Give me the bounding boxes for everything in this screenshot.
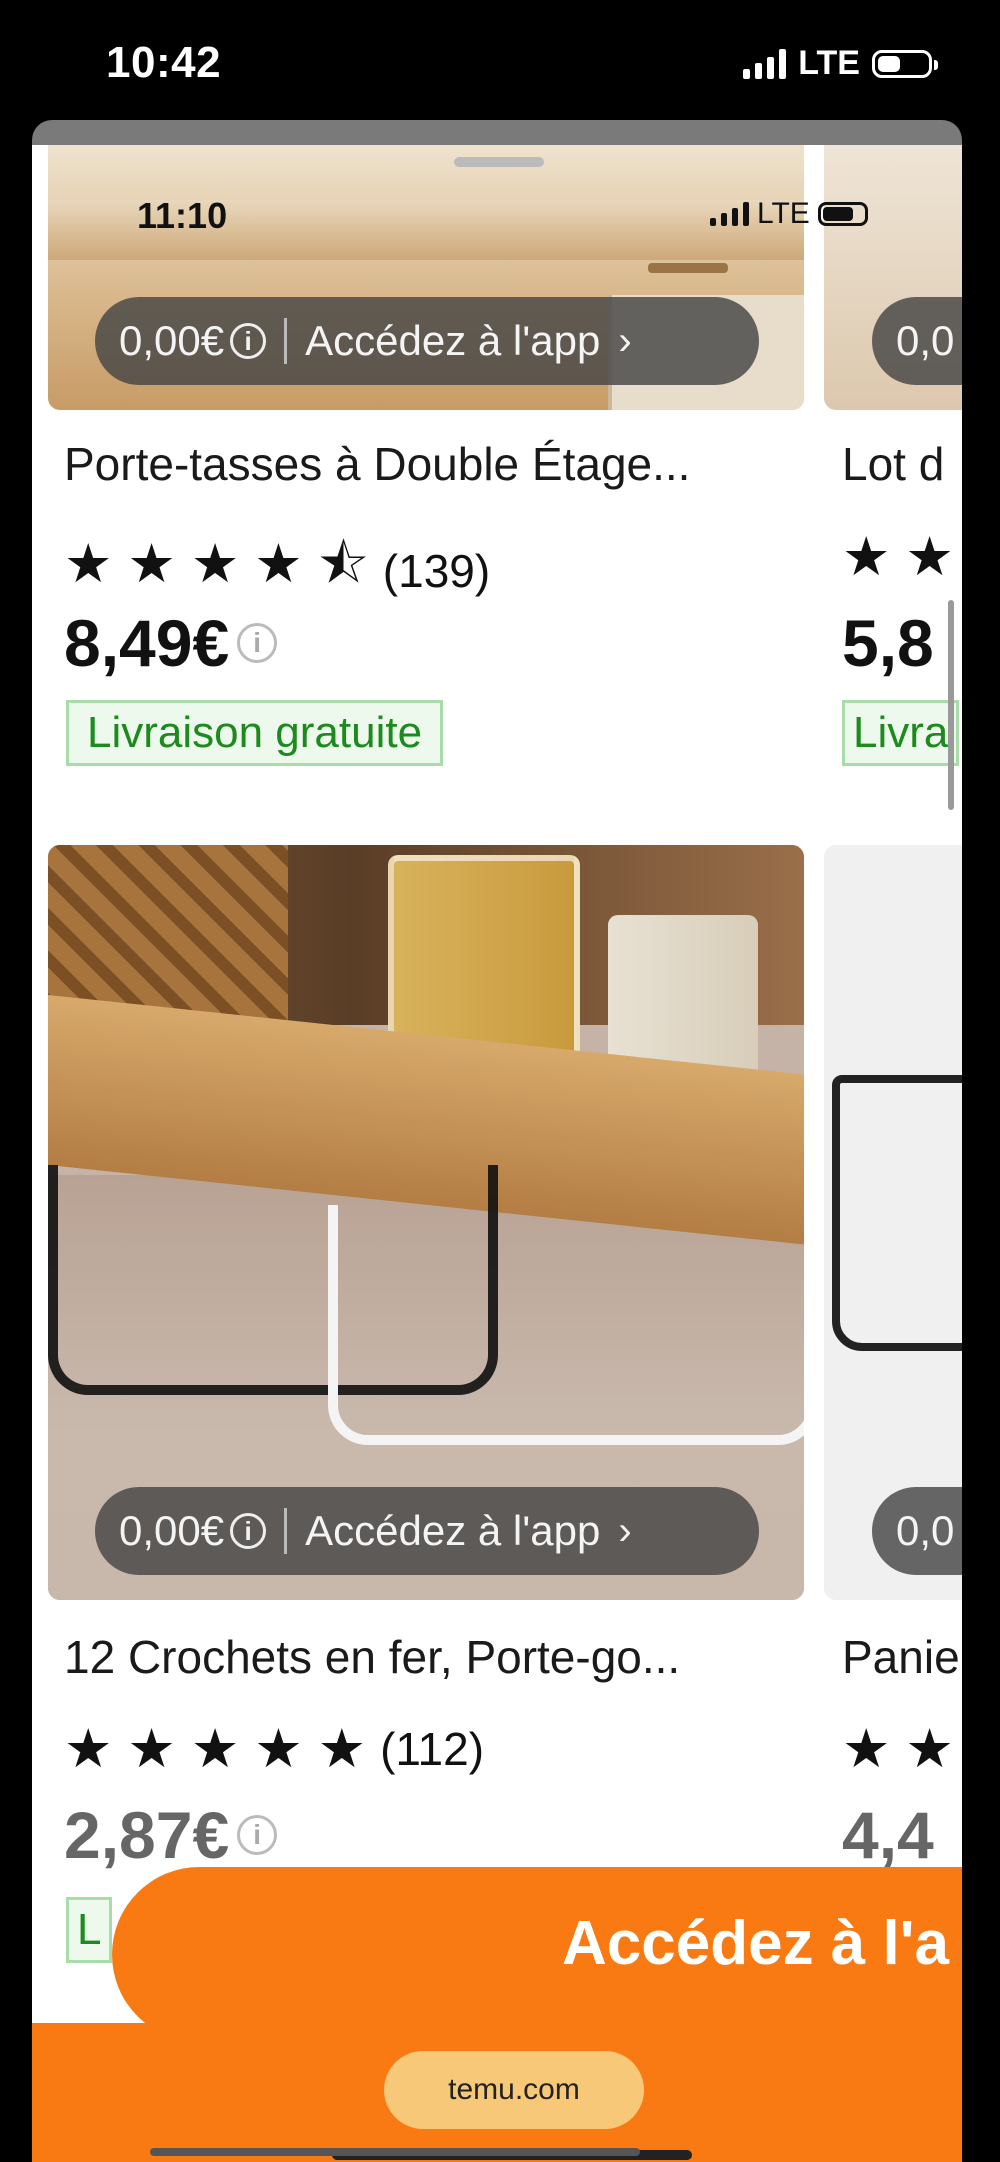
pill-price: 0,00€: [119, 317, 225, 364]
divider: [284, 1508, 288, 1554]
outer-status-icons: LTE: [743, 44, 938, 83]
drag-handle[interactable]: [454, 157, 544, 167]
pill-label: Accédez à l'app: [305, 317, 601, 364]
peek-title-1[interactable]: Lot d: [842, 437, 944, 491]
signal-icon: [743, 48, 787, 79]
inner-status-time: 11:10: [137, 195, 228, 236]
free-shipping-badge-1: Livraison gratuite: [66, 700, 444, 766]
open-app-pill-1[interactable]: 0,00€ i Accédez à l'app ›: [95, 297, 759, 385]
peek-shipping-badge-1: Livra: [842, 700, 960, 766]
battery-icon: [817, 202, 868, 226]
info-icon[interactable]: i: [237, 623, 278, 663]
browser-url-pill[interactable]: temu.com: [384, 2051, 644, 2129]
open-app-pill-peek-1[interactable]: 0,0: [872, 297, 962, 385]
review-count: (112): [380, 1722, 485, 1775]
chevron-right-icon: ›: [618, 318, 632, 363]
open-app-cta-label[interactable]: Accédez à l'a: [562, 1908, 949, 1979]
open-app-pill-peek-2[interactable]: 0,0: [872, 1487, 962, 1575]
inner-status-icons: LTE: [710, 197, 868, 231]
scrollbar[interactable]: [948, 600, 954, 810]
peek-stars-2: ★ ★: [842, 1719, 954, 1779]
star-icons: ★ ★ ★ ★ ★: [64, 1719, 367, 1779]
product-price-2: 2,87€ i: [64, 1797, 278, 1873]
review-count: (139): [382, 545, 491, 597]
chevron-right-icon: ›: [618, 1508, 632, 1553]
star-icons: ★ ★ ★ ★ ⯪: [64, 534, 369, 594]
info-icon[interactable]: i: [237, 1815, 278, 1855]
rating-stars-2: ★ ★ ★ ★ ★ (112): [64, 1717, 484, 1780]
info-icon[interactable]: i: [230, 1513, 267, 1549]
product-price-1: 8,49€ i: [64, 605, 278, 681]
peek-price-1: 5,8: [842, 606, 934, 680]
open-app-pill-2[interactable]: 0,00€ i Accédez à l'app ›: [95, 1487, 759, 1575]
pill-label: Accédez à l'app: [305, 1507, 601, 1554]
peek-stars-1: ★ ★: [842, 527, 954, 587]
signal-icon: [710, 202, 749, 226]
product-title-2[interactable]: 12 Crochets en fer, Porte-go...: [64, 1630, 680, 1684]
info-icon[interactable]: i: [230, 323, 267, 359]
rating-stars-1: ★ ★ ★ ★ ⯪ (139): [64, 525, 490, 617]
pill-price: 0,00€: [119, 1507, 225, 1554]
divider: [284, 318, 288, 364]
app-screen: 11:10 LTE 0,00€ i Accédez à l'app › 0,0 …: [32, 145, 962, 2162]
battery-icon: [872, 49, 938, 78]
peek-title-2[interactable]: Panie: [842, 1630, 960, 1684]
free-shipping-badge-2: L: [66, 1897, 113, 1963]
outer-status-time: 10:42: [106, 38, 222, 87]
product-title-1[interactable]: Porte-tasses à Double Étage...: [64, 437, 690, 491]
network-label: LTE: [757, 197, 810, 230]
peek-price-2: 4,4: [842, 1798, 934, 1872]
home-indicator: [150, 2148, 640, 2156]
network-label: LTE: [798, 44, 860, 82]
